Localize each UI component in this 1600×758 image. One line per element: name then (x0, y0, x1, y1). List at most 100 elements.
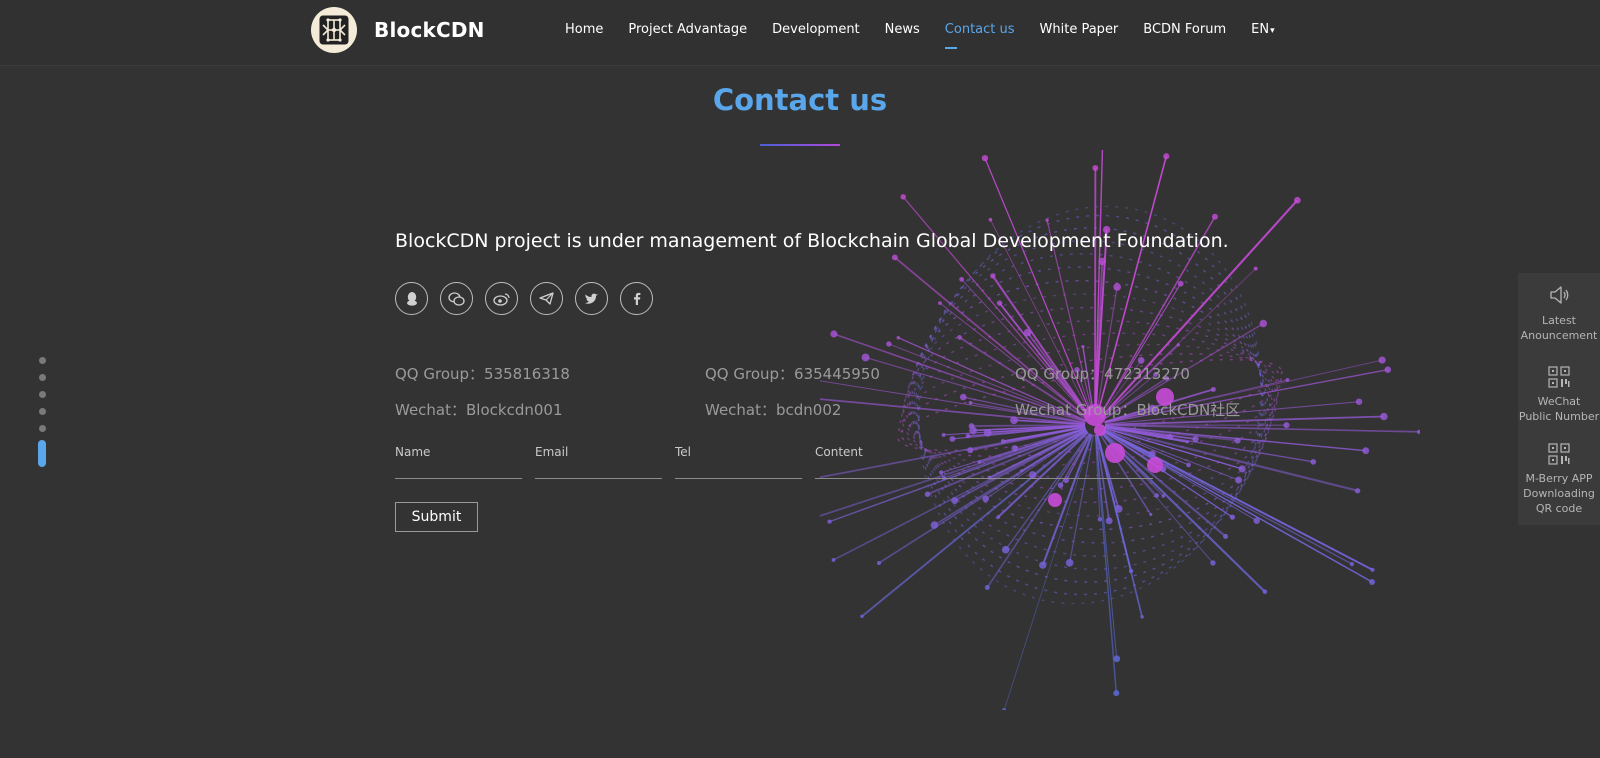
qq-group-2: QQ Group：635445950 (705, 364, 880, 383)
speaker-icon (1550, 286, 1569, 304)
sphere-particle (1253, 517, 1260, 525)
nav-item-home[interactable]: Home (565, 0, 603, 66)
sphere-particle (1310, 458, 1317, 465)
tel-field[interactable] (675, 438, 802, 478)
wechat-public-number-button[interactable]: WeChat Public Number (1518, 366, 1600, 424)
twitter-icon[interactable] (575, 282, 608, 315)
wechat-icon[interactable] (440, 282, 473, 315)
pager-dot[interactable] (38, 357, 46, 364)
sphere-particle (1238, 465, 1246, 473)
pager-dot-active[interactable] (38, 440, 46, 467)
sphere-particle (831, 558, 836, 562)
sphere-particle (900, 194, 906, 200)
app-label-2: Downloading (1523, 487, 1595, 500)
nav-item-development[interactable]: Development (772, 0, 860, 66)
sphere-particle (1186, 462, 1191, 468)
sphere-particle (1362, 447, 1370, 455)
language-selector[interactable]: EN▾ (1251, 0, 1274, 66)
sphere-particle (1154, 493, 1160, 498)
sphere-particle (1113, 655, 1121, 663)
sphere-particle (1378, 356, 1386, 364)
wechat-label-2: Public Number (1518, 410, 1600, 423)
sphere-particle (957, 335, 962, 340)
sphere-particle (1369, 579, 1376, 585)
sphere-particle (981, 154, 989, 162)
name-field[interactable] (395, 438, 522, 478)
sphere-particle (951, 497, 959, 505)
side-panel: Latest Anouncement WeChat Public Number … (1518, 273, 1600, 525)
contact-row-wechat: Wechat：Blockcdn001 Wechat：bcdn002 Wechat… (395, 391, 1325, 427)
content-field[interactable] (815, 438, 1153, 478)
qr-code-icon (1548, 366, 1570, 388)
title-underline (760, 144, 840, 146)
sphere-particle (1023, 328, 1032, 337)
announcement-label-2: Anouncement (1520, 329, 1598, 342)
sphere-particle (886, 341, 892, 347)
sphere-particle (984, 585, 990, 590)
announcement-label-1: Latest (1542, 314, 1576, 327)
qr-code-icon (1548, 443, 1570, 465)
sphere-particle (896, 335, 900, 340)
sphere-particle (1113, 690, 1120, 697)
sphere-core-node (1048, 493, 1062, 507)
sphere-particle (1354, 488, 1361, 494)
sphere-particle (1163, 153, 1170, 160)
email-field[interactable] (535, 438, 662, 478)
nav-item-news[interactable]: News (885, 0, 920, 66)
sphere-particle (982, 495, 989, 503)
sphere-particle (1355, 398, 1363, 405)
submit-button[interactable]: Submit (395, 502, 478, 532)
facebook-icon[interactable] (620, 282, 653, 315)
pager-dot[interactable] (38, 391, 46, 398)
wechat-2: Wechat：bcdn002 (705, 400, 842, 419)
nav-item-project-advantage[interactable]: Project Advantage (628, 0, 747, 66)
sphere-particle (1097, 517, 1103, 522)
app-label-3: QR code (1535, 502, 1583, 515)
main-nav: Home Project Advantage Development News … (565, 0, 1300, 66)
wechat-group: Wechat Group：BlockCDN社区 (1015, 400, 1241, 419)
sphere-particle (1177, 280, 1184, 287)
weibo-icon[interactable] (485, 282, 518, 315)
contact-row-qq: QQ Group：535816318 QQ Group：635445950 QQ… (395, 355, 1325, 391)
latest-announcement-button[interactable]: Latest Anouncement (1518, 283, 1600, 343)
sphere-particle (1211, 213, 1218, 220)
sphere-particle (996, 300, 1003, 306)
nav-item-contact-us[interactable]: Contact us (944, 0, 1015, 66)
intro-text: BlockCDN project is under management of … (395, 230, 1229, 252)
sphere-particle (1416, 429, 1420, 434)
content-field-wrap (815, 438, 1153, 479)
chevron-down-icon: ▾ (1270, 26, 1275, 36)
pager-dot[interactable] (38, 408, 46, 415)
sphere-particle (1210, 560, 1216, 566)
sphere-particle (830, 330, 838, 338)
sphere-particle (924, 491, 931, 497)
sphere-particle (996, 515, 1001, 519)
app-label-1: M-Berry APP (1525, 472, 1593, 485)
wechat-label-1: WeChat (1537, 395, 1581, 408)
pager-dot[interactable] (38, 425, 46, 432)
sphere-particle (938, 301, 942, 305)
email-field-wrap (535, 438, 662, 479)
sphere-particle (1001, 545, 1010, 554)
language-label: EN (1251, 22, 1270, 37)
sphere-particle (1262, 589, 1268, 595)
sphere-particle (1105, 517, 1113, 525)
pager-dot[interactable] (38, 374, 46, 381)
sphere-particle (941, 432, 946, 437)
app-download-button[interactable]: M-Berry APP Downloading QR code (1518, 443, 1600, 516)
telegram-icon[interactable] (530, 282, 563, 315)
qq-icon[interactable] (395, 282, 428, 315)
contact-info: QQ Group：535816318 QQ Group：635445950 QQ… (395, 355, 1325, 427)
sphere-particle (1081, 344, 1085, 349)
brand-logo[interactable]: BlockCDN (311, 7, 485, 53)
nav-item-white-paper[interactable]: White Paper (1040, 0, 1119, 66)
sphere-particle (1057, 482, 1064, 489)
section-pager (38, 357, 46, 477)
sphere-particle (1259, 319, 1268, 328)
logo-emblem-icon (311, 7, 357, 53)
contact-form (395, 438, 1166, 479)
social-links (395, 282, 665, 315)
nav-item-bcdn-forum[interactable]: BCDN Forum (1143, 0, 1226, 66)
sphere-particle (860, 614, 864, 619)
sphere-particle (1002, 708, 1007, 710)
